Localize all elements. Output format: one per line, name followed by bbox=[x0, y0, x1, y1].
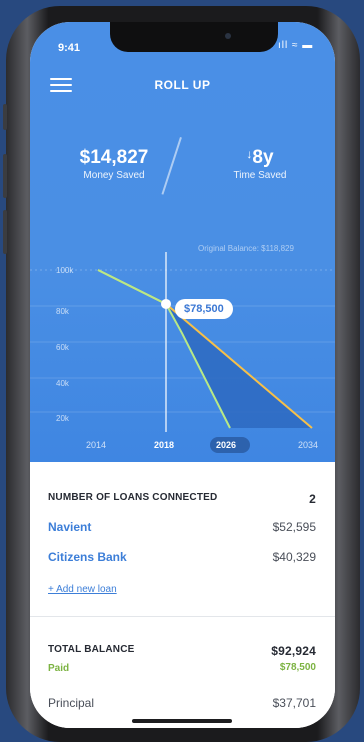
loan-row-navient[interactable]: Navient $52,595 bbox=[48, 520, 316, 534]
y-tick-100k: 100k bbox=[56, 266, 74, 275]
y-tick-20k: 20k bbox=[56, 414, 70, 423]
time-saved-label: Time Saved bbox=[233, 170, 287, 181]
x-tick-2018: 2018 bbox=[154, 440, 174, 450]
home-indicator bbox=[132, 719, 232, 723]
money-saved-stat: $14,827 Money Saved bbox=[60, 147, 168, 181]
total-balance-row: TOTAL BALANCE $92,924 bbox=[48, 644, 316, 658]
original-balance-label: Original Balance: $118,829 bbox=[198, 244, 294, 253]
camera-icon bbox=[225, 33, 231, 39]
volume-up-button bbox=[3, 154, 7, 198]
balance-chart[interactable]: 100k 80k 60k 40k 20k 2014 2018 2026 2034 bbox=[30, 232, 335, 457]
app-screen: 9:41 ıll ≈ ▬ ROLL UP $14,827 Money Saved… bbox=[30, 22, 335, 728]
y-tick-80k: 80k bbox=[56, 307, 70, 316]
time-saved-value: ↓8y bbox=[246, 147, 274, 168]
notch bbox=[110, 22, 278, 52]
loan-name[interactable]: Citizens Bank bbox=[48, 550, 127, 564]
money-saved-label: Money Saved bbox=[83, 170, 145, 181]
paid-value: $78,500 bbox=[279, 662, 316, 673]
y-axis: 100k 80k 60k 40k 20k bbox=[56, 266, 74, 423]
y-tick-60k: 60k bbox=[56, 343, 70, 352]
loan-amount: $40,329 bbox=[272, 550, 316, 564]
cursor-point[interactable] bbox=[161, 298, 171, 309]
paid-label: Paid bbox=[48, 663, 70, 674]
principal-row: Principal $37,701 bbox=[48, 696, 316, 710]
loans-count-label: NUMBER OF LOANS CONNECTED bbox=[48, 492, 218, 503]
status-time: 9:41 bbox=[58, 42, 81, 54]
x-tick-2026: 2026 bbox=[216, 440, 236, 450]
section-divider bbox=[30, 616, 335, 617]
x-tick-2014: 2014 bbox=[86, 440, 106, 450]
x-axis: 2014 2018 2026 2034 bbox=[86, 440, 318, 450]
volume-down-button bbox=[3, 210, 7, 254]
balance-tooltip: $78,500 bbox=[175, 299, 233, 319]
page-title: ROLL UP bbox=[154, 78, 211, 92]
paid-row: Paid $78,500 bbox=[48, 662, 316, 674]
add-loan-row: + Add new loan bbox=[48, 583, 316, 595]
add-new-loan-link[interactable]: + Add new loan bbox=[48, 584, 117, 595]
money-saved-value: $14,827 bbox=[79, 147, 149, 168]
principal-label: Principal bbox=[48, 696, 95, 710]
loans-count-row: NUMBER OF LOANS CONNECTED 2 bbox=[48, 492, 316, 506]
loan-name[interactable]: Navient bbox=[48, 520, 91, 534]
y-tick-40k: 40k bbox=[56, 379, 70, 388]
principal-value: $37,701 bbox=[272, 696, 316, 710]
total-balance-value: $92,924 bbox=[271, 644, 316, 658]
time-saved-stat: ↓8y Time Saved bbox=[205, 147, 315, 181]
silent-switch bbox=[3, 104, 7, 130]
total-balance-label: TOTAL BALANCE bbox=[48, 644, 135, 655]
chart-grid bbox=[30, 269, 335, 413]
loans-count-value: 2 bbox=[309, 492, 316, 506]
signal-wifi-battery-icon: ıll ≈ ▬ bbox=[278, 40, 314, 51]
loan-row-citizens-bank[interactable]: Citizens Bank $40,329 bbox=[48, 550, 316, 564]
loan-amount: $52,595 bbox=[272, 520, 316, 534]
x-tick-2034: 2034 bbox=[298, 440, 318, 450]
summary-panel: 9:41 ıll ≈ ▬ ROLL UP $14,827 Money Saved… bbox=[30, 22, 335, 462]
